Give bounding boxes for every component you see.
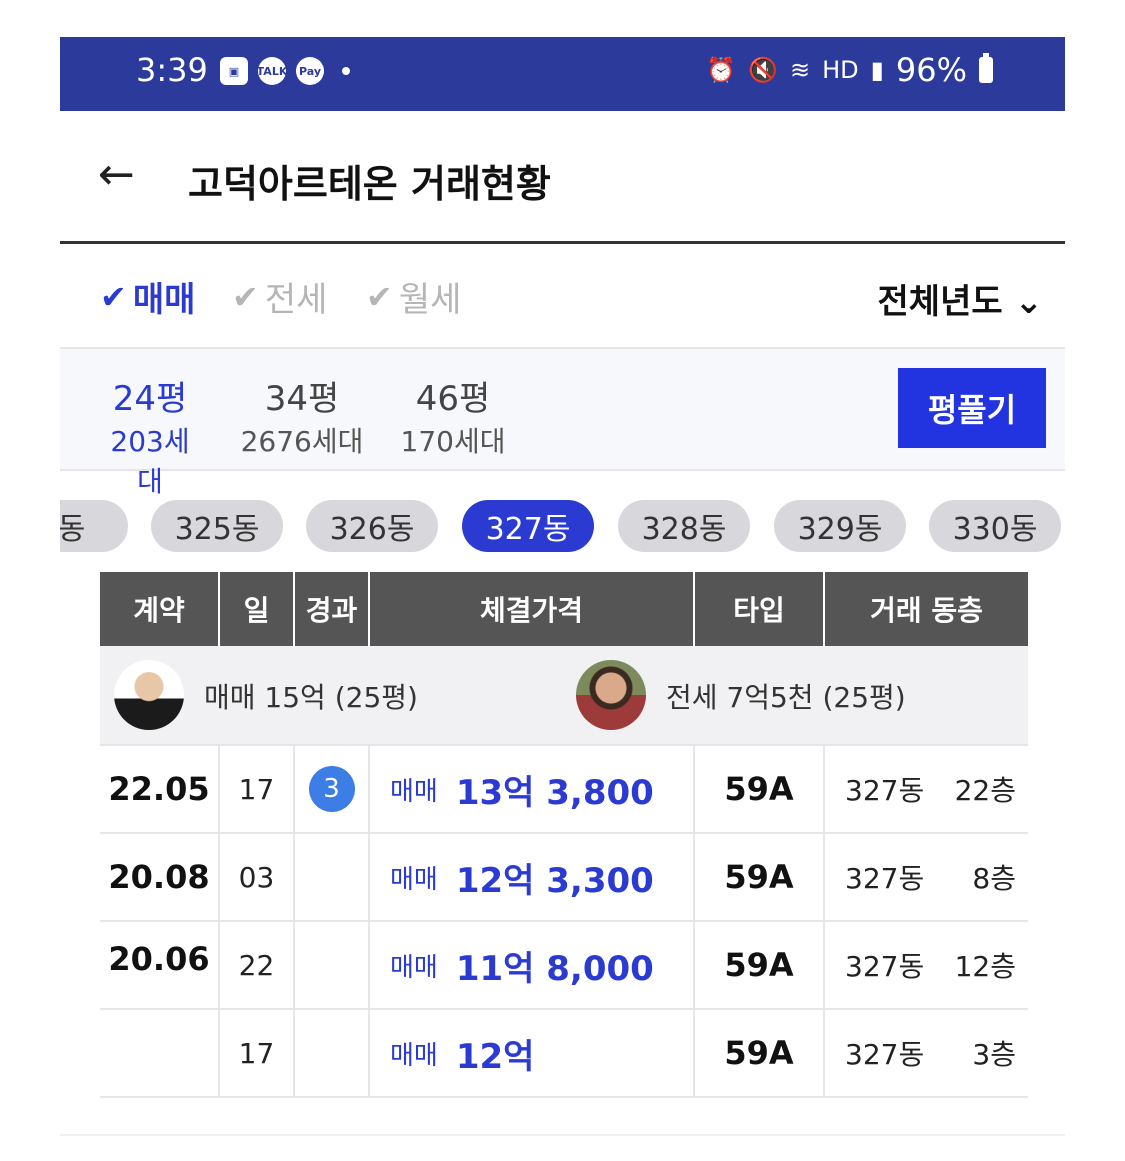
transaction-table: 계약 일 경과 체결가격 타입 거래 동층 매매 15억 (25평) 전세 7억…	[100, 572, 1028, 1098]
app-header: ← 고덕아르테온 거래현황	[60, 111, 1065, 244]
owner-info-text: 전세 7억5천 (25평)	[666, 681, 906, 714]
checkmark-icon: ✔	[100, 277, 127, 316]
app-screen: 3:39 ▣ TALK Pay ⏰ 🔇 ≋ HD ▮ 96% ← 고덕아르테온 …	[60, 37, 1065, 1161]
size-option-34[interactable]: 34평 2676세대	[238, 371, 366, 460]
dong-chip[interactable]: 329동	[774, 500, 906, 552]
pyeong-expand-button[interactable]: 평풀기	[898, 368, 1046, 448]
back-arrow-icon[interactable]: ←	[98, 149, 135, 200]
dong-chip[interactable]: 328동	[618, 500, 750, 552]
table-row[interactable]: 17 매매 12억 59A 327동 3층	[100, 1010, 1028, 1098]
table-header: 계약 일 경과 체결가격 타입 거래 동층	[100, 572, 1028, 646]
size-option-24[interactable]: 24평 203세대	[98, 371, 202, 500]
pay-icon: Pay	[296, 57, 324, 85]
checkmark-icon: ✔	[366, 277, 393, 316]
size-selector: 24평 203세대 34평 2676세대 46평 170세대 평풀기	[60, 349, 1065, 498]
elapsed-badge: 3	[308, 766, 355, 812]
price-value: 13억 3,800	[455, 772, 654, 813]
col-elapsed: 경과	[295, 572, 370, 646]
status-time: 3:39	[136, 51, 208, 89]
col-contract: 계약	[100, 572, 220, 646]
notification-dot-icon	[342, 67, 350, 75]
col-dong-floor: 거래 동층	[870, 594, 983, 627]
hd-voice-icon: HD	[822, 56, 859, 84]
price-value: 12억 3,300	[455, 860, 654, 901]
price-value: 11억 8,000	[455, 948, 654, 989]
trade-type-filters: ✔ 매매 ✔ 전세 ✔ 월세 전체년도 ⌄	[60, 244, 1065, 349]
size-option-46[interactable]: 46평 170세대	[400, 371, 506, 460]
avatar	[576, 660, 646, 730]
dong-chip[interactable]: 330동	[929, 500, 1061, 552]
avatar	[114, 660, 184, 730]
dong-chip-list: 4동 325동 326동 327동 328동 329동 330동	[60, 500, 1065, 554]
filter-jeonse[interactable]: ✔ 전세	[232, 272, 327, 321]
filter-sale[interactable]: ✔ 매매	[100, 272, 195, 321]
chevron-down-icon: ⌄	[1014, 282, 1044, 322]
table-row[interactable]: 22.05 17 3 매매 13억 3,800 59A 327동 22층	[100, 746, 1028, 834]
status-bar: 3:39 ▣ TALK Pay ⏰ 🔇 ≋ HD ▮ 96%	[60, 37, 1065, 111]
col-price: 체결가격	[370, 572, 695, 646]
wifi-icon: ≋	[790, 56, 811, 84]
col-day: 일	[220, 572, 295, 646]
mute-icon: 🔇	[748, 56, 779, 84]
battery-icon	[979, 53, 993, 83]
year-select[interactable]: 전체년도 ⌄	[878, 274, 1043, 323]
page-title: 고덕아르테온 거래현황	[188, 162, 551, 206]
alarm-icon: ⏰	[706, 56, 737, 84]
table-row[interactable]: 20.06 22 매매 11억 8,000 59A 327동 12층	[100, 922, 1028, 1010]
col-type: 타입	[695, 572, 825, 646]
battery-text: 96%	[895, 51, 967, 89]
dong-chip-selected[interactable]: 327동	[462, 500, 594, 552]
divider	[60, 1134, 1065, 1136]
checkmark-icon: ✔	[232, 277, 259, 316]
owner-info-row: 매매 15억 (25평) 전세 7억5천 (25평)	[100, 646, 1028, 746]
dong-chip[interactable]: 326동	[306, 500, 438, 552]
owner-info-text: 매매 15억 (25평)	[204, 681, 418, 714]
image-icon: ▣	[220, 57, 248, 85]
signal-icon: ▮	[870, 56, 884, 84]
filter-monthly[interactable]: ✔ 월세	[366, 272, 461, 321]
table-row[interactable]: 20.08 03 매매 12억 3,300 59A 327동 8층	[100, 834, 1028, 922]
talk-icon: TALK	[257, 57, 287, 85]
price-value: 12억	[455, 1036, 535, 1077]
dong-chip[interactable]: 325동	[151, 500, 283, 552]
dong-chip[interactable]: 4동	[60, 500, 128, 552]
